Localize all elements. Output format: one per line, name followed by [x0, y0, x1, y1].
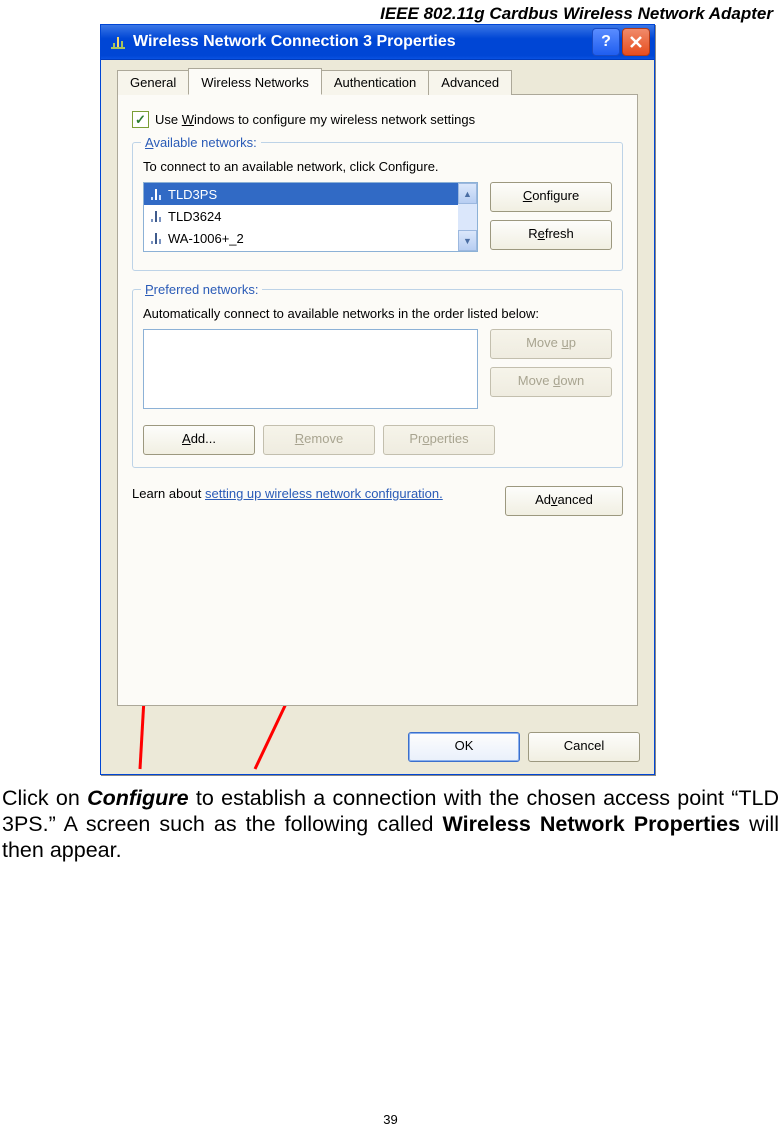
wifi-icon [148, 186, 164, 202]
refresh-button[interactable]: Refresh [490, 220, 612, 250]
page-number: 39 [0, 1112, 781, 1127]
list-item[interactable]: WA-1006+_2 [144, 227, 458, 249]
tab-general[interactable]: General [117, 70, 189, 95]
use-windows-checkbox[interactable]: ✓ [132, 111, 149, 128]
list-item[interactable]: TLD3624 [144, 205, 458, 227]
list-item-label: TLD3PS [168, 187, 217, 202]
learn-link[interactable]: setting up wireless network configuratio… [205, 486, 443, 501]
titlebar[interactable]: Wireless Network Connection 3 Properties… [101, 25, 654, 60]
list-item-label: WA-1006+_2 [168, 231, 244, 246]
advanced-button[interactable]: Advanced [505, 486, 623, 516]
document-header: IEEE 802.11g Cardbus Wireless Network Ad… [0, 0, 781, 24]
move-up-button[interactable]: Move up [490, 329, 612, 359]
help-button[interactable]: ? [592, 28, 620, 56]
learn-about-text: Learn about setting up wireless network … [132, 486, 505, 501]
available-networks-list[interactable]: TLD3PS TLD3624 [143, 182, 478, 252]
close-button[interactable] [622, 28, 650, 56]
window-title: Wireless Network Connection 3 Properties [133, 33, 590, 51]
tab-strip: General Wireless Networks Authentication… [117, 70, 638, 95]
available-instruction: To connect to an available network, clic… [143, 159, 612, 174]
list-item[interactable]: TLD3PS [144, 183, 458, 205]
remove-button[interactable]: Remove [263, 425, 375, 455]
list-item-label: TLD3624 [168, 209, 221, 224]
preferred-networks-group: Preferred networks: Automatically connec… [132, 289, 623, 468]
preferred-instruction: Automatically connect to available netwo… [143, 306, 612, 321]
tab-advanced[interactable]: Advanced [428, 70, 512, 95]
configure-button[interactable]: Configure [490, 182, 612, 212]
scrollbar[interactable]: ▲ ▼ [458, 183, 477, 251]
app-icon [109, 33, 127, 51]
document-paragraph: Click on Configure to establish a connec… [0, 775, 781, 864]
wireless-tab-panel: ✓ Use Windows to configure my wireless n… [117, 94, 638, 706]
tab-authentication[interactable]: Authentication [321, 70, 429, 95]
scroll-down-icon[interactable]: ▼ [458, 230, 477, 251]
cancel-button[interactable]: Cancel [528, 732, 640, 762]
move-down-button[interactable]: Move down [490, 367, 612, 397]
wifi-icon [148, 208, 164, 224]
properties-button[interactable]: Properties [383, 425, 495, 455]
properties-dialog: Wireless Network Connection 3 Properties… [100, 24, 655, 775]
ok-button[interactable]: OK [408, 732, 520, 762]
use-windows-label: Use Windows to configure my wireless net… [155, 112, 475, 127]
scroll-up-icon[interactable]: ▲ [458, 183, 477, 204]
available-legend: Available networks: [141, 135, 261, 150]
wifi-icon [148, 230, 164, 246]
available-networks-group: Available networks: To connect to an ava… [132, 142, 623, 271]
scroll-track[interactable] [458, 204, 477, 230]
tab-wireless-networks[interactable]: Wireless Networks [188, 68, 322, 95]
preferred-legend: Preferred networks: [141, 282, 262, 297]
add-button[interactable]: Add... [143, 425, 255, 455]
preferred-networks-list[interactable] [143, 329, 478, 409]
